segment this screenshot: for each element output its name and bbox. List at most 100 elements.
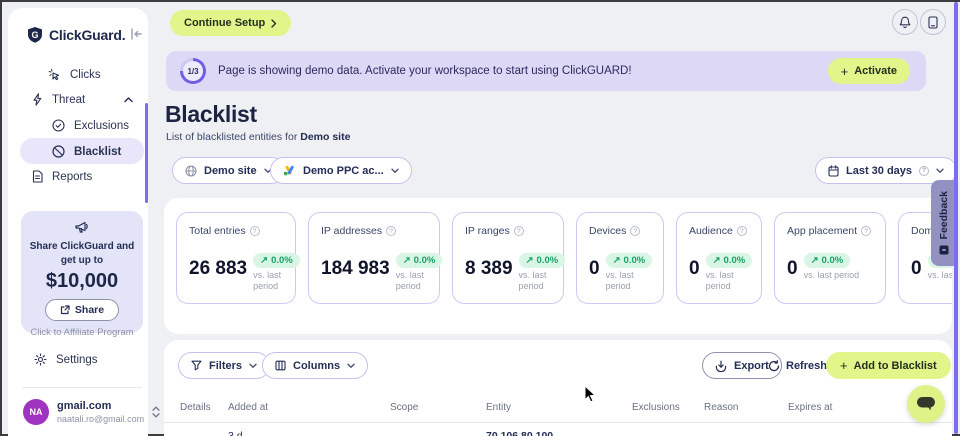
stat-label: App placement (787, 225, 857, 237)
stat-card-app-placement: App placement 0 ↗0.0% vs. last period (774, 212, 886, 304)
document-icon (32, 170, 43, 183)
trend-value: 0.0% (414, 255, 436, 266)
logo[interactable]: G ClickGuard. (26, 26, 125, 44)
chevron-down-icon (936, 168, 944, 174)
refresh-button[interactable]: Refresh (768, 352, 827, 379)
info-icon[interactable] (630, 226, 640, 236)
vertical-scrollbar[interactable] (954, 2, 958, 434)
share-button[interactable]: Share (45, 299, 119, 321)
stat-card-ip-addresses: IP addresses 184 983 ↗0.0% vs. last peri… (308, 212, 440, 304)
share-amount: $10,000 (21, 270, 143, 293)
trend-up-icon: ↗ (526, 255, 534, 266)
stat-card-total-entries: Total entries 26 883 ↗0.0% vs. last peri… (176, 212, 296, 304)
trend-badge: ↗0.0% (606, 253, 653, 268)
block-icon (52, 145, 65, 158)
add-to-blacklist-button[interactable]: + Add to Blacklist (826, 352, 951, 379)
stat-value: 184 983 (321, 259, 390, 280)
sidebar-item-exclusions[interactable]: Exclusions (52, 119, 129, 132)
stat-value: 0 (911, 259, 922, 280)
megaphone-icon (74, 220, 91, 235)
avatar: NA (23, 399, 49, 425)
user-account-menu[interactable]: NA gmail.com naatali.ro@gmail.com (23, 399, 160, 425)
chat-widget-button[interactable] (907, 385, 945, 423)
bell-icon (899, 16, 911, 29)
cell-entity: 70.106.80.100 (486, 424, 632, 436)
sidebar-item-threat[interactable]: Threat (32, 93, 85, 106)
share-button-label: Share (75, 304, 104, 316)
stat-card-devices: Devices 0 ↗0.0% vs. last period (576, 212, 664, 304)
sidebar-item-label: Threat (52, 94, 85, 106)
blacklist-table-panel: Filters Columns Export Refresh + Add to … (164, 340, 952, 436)
notifications-button[interactable] (892, 9, 918, 35)
sidebar-item-settings[interactable]: Settings (34, 353, 98, 366)
page-title: Blacklist (165, 101, 257, 128)
activate-button[interactable]: + Activate (828, 58, 910, 84)
column-header-added-at[interactable]: Added at (228, 398, 390, 423)
knowledge-base-button[interactable] (920, 9, 946, 35)
info-icon[interactable] (514, 226, 524, 236)
external-link-icon (60, 305, 70, 315)
sidebar-item-label: Blacklist (74, 146, 121, 158)
trend-value: 0.0% (271, 255, 293, 266)
sidebar-item-clicks[interactable]: Clicks (48, 68, 101, 81)
filters-button[interactable]: Filters (178, 352, 270, 379)
chevron-updown-icon (152, 406, 160, 418)
cell-scope (390, 424, 486, 436)
feedback-tab[interactable]: Feedback (931, 180, 956, 266)
sidebar-item-label: Clicks (70, 69, 101, 81)
sidebar-scrollbar[interactable] (145, 103, 148, 203)
filters-label: Filters (209, 360, 242, 372)
stat-cards-row: Total entries 26 883 ↗0.0% vs. last peri… (176, 212, 952, 304)
stat-caption: vs. last period (804, 270, 860, 281)
columns-label: Columns (293, 360, 340, 372)
sidebar-collapse-icon[interactable] (130, 28, 143, 40)
column-header-reason[interactable]: Reason (704, 398, 788, 423)
stat-value: 26 883 (189, 259, 247, 280)
settings-label: Settings (56, 354, 98, 366)
trend-up-icon: ↗ (713, 255, 721, 266)
sidebar-item-reports[interactable]: Reports (32, 170, 92, 183)
chevron-down-icon (391, 168, 399, 174)
stat-label: Audience (689, 225, 733, 237)
trend-badge: ↗0.0% (519, 253, 566, 268)
column-header-entity[interactable]: Entity (486, 398, 632, 423)
stat-card-ip-ranges: IP ranges 8 389 ↗0.0% vs. last period (452, 212, 564, 304)
user-email: naatali.ro@gmail.com (57, 414, 144, 424)
export-icon (715, 360, 727, 372)
stat-card-audience: Audience 0 ↗0.0% vs. last period (676, 212, 762, 304)
stat-caption: vs. last period (706, 270, 751, 293)
info-icon[interactable] (386, 226, 396, 236)
column-header-exclusions[interactable]: Exclusions (632, 398, 704, 423)
setup-progress-ring: 1/3 (180, 58, 206, 84)
stats-panel: Total entries 26 883 ↗0.0% vs. last peri… (164, 198, 952, 334)
trend-badge: ↗0.0% (253, 253, 300, 268)
cursor-click-icon (48, 68, 61, 81)
cell-added-at: 3 d (228, 424, 390, 436)
ppc-account-selector[interactable]: Demo PPC ac... (270, 157, 412, 184)
column-header-details[interactable]: Details (180, 398, 228, 423)
affiliate-caption[interactable]: Click to Affiliate Program (21, 327, 143, 338)
columns-button[interactable]: Columns (262, 352, 368, 379)
trend-badge: ↗0.0% (396, 253, 443, 268)
trend-badge: ↗0.0% (706, 253, 753, 268)
page-subtitle: List of blacklisted entities for Demo si… (166, 131, 350, 143)
info-icon[interactable] (737, 226, 747, 236)
app-window: G ClickGuard. Clicks Threat (0, 0, 960, 436)
stat-caption: vs. last period (519, 270, 553, 293)
cell-expires-at (788, 424, 936, 436)
divider (164, 422, 952, 423)
table-row[interactable]: 3 d 70.106.80.100 (164, 424, 952, 436)
trend-up-icon: ↗ (811, 255, 819, 266)
continue-setup-button[interactable]: Continue Setup (170, 10, 291, 36)
trend-value: 0.0% (724, 255, 746, 266)
column-header-scope[interactable]: Scope (390, 398, 486, 423)
stat-value: 0 (589, 259, 600, 280)
info-icon[interactable] (861, 226, 871, 236)
sidebar-item-blacklist[interactable]: Blacklist (52, 145, 121, 158)
site-selector[interactable]: Demo site (172, 157, 285, 184)
globe-icon (185, 165, 197, 177)
feedback-label: Feedback (938, 191, 950, 239)
trend-up-icon: ↗ (613, 255, 621, 266)
chevron-down-icon (347, 363, 355, 369)
info-icon[interactable] (250, 226, 260, 236)
